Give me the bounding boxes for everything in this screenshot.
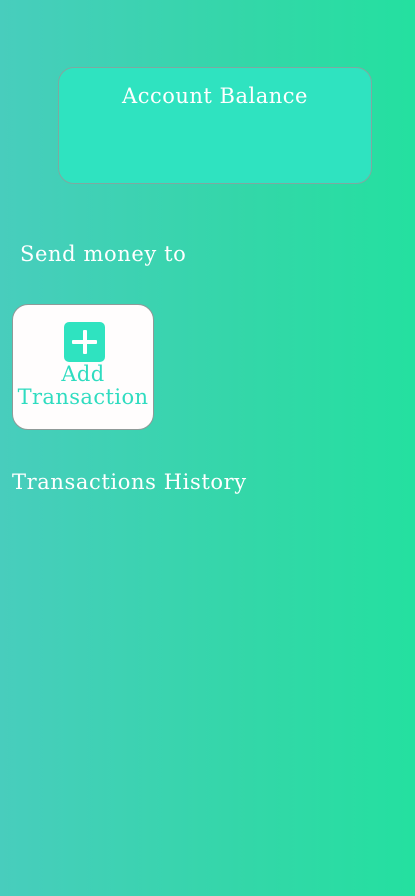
plus-icon [64,322,105,362]
send-money-heading: Send money to [20,242,187,266]
account-balance-title: Account Balance [122,84,308,108]
add-transaction-button[interactable]: Add Transaction [12,304,154,430]
add-transaction-label: Add Transaction [13,363,153,409]
add-transaction-label-line2: Transaction [17,385,149,409]
add-transaction-label-line1: Add [61,362,105,386]
account-balance-card: Account Balance [58,67,372,184]
transactions-history-heading: Transactions History [12,470,247,494]
